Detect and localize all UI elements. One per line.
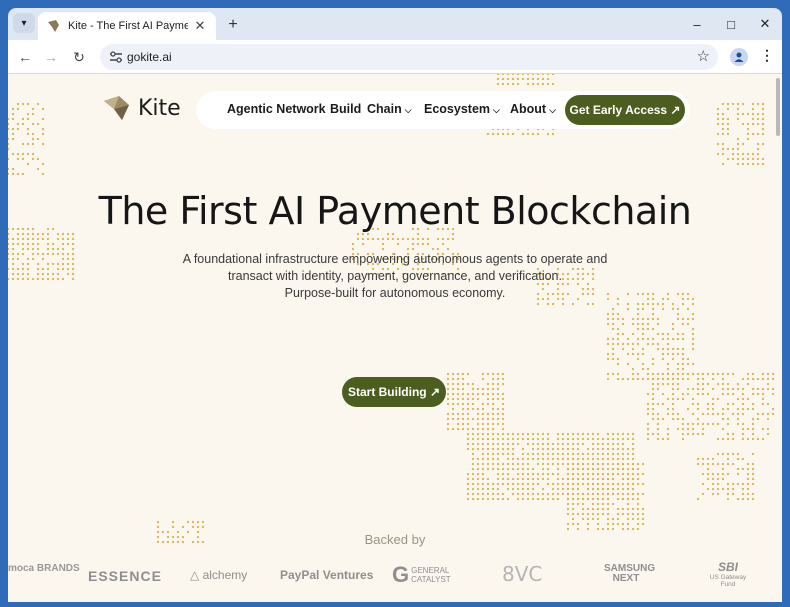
backer-moca-logo: moca BRANDS xyxy=(8,563,80,574)
plus-icon: + xyxy=(228,16,238,33)
chevron-down-icon: ⌵ xyxy=(549,105,556,115)
site-info-icon[interactable] xyxy=(108,49,124,65)
reload-button[interactable]: ↻ xyxy=(68,46,90,68)
general-catalyst-icon: G xyxy=(392,562,410,587)
close-icon[interactable]: ✕ xyxy=(192,18,208,34)
tab-title: Kite - The First AI Payment Bloc xyxy=(68,20,188,32)
nav-about[interactable]: About ⌵ xyxy=(510,102,556,116)
subtitle-line-3: Purpose-built for autonomous economy. xyxy=(284,286,506,300)
kite-logo[interactable]: Kite xyxy=(102,94,181,122)
backer-general-catalyst-text: GENERAL CATALYST xyxy=(411,566,451,584)
dot-pattern-background xyxy=(8,74,775,544)
tab-search-button[interactable]: ▾ xyxy=(13,13,35,33)
close-window-button[interactable]: ✕ xyxy=(750,12,780,36)
reload-icon: ↻ xyxy=(73,48,85,65)
profile-avatar[interactable] xyxy=(730,48,748,66)
nav-label: Chain xyxy=(367,102,402,116)
back-button[interactable]: ← xyxy=(14,46,36,68)
new-tab-button[interactable]: + xyxy=(222,14,244,36)
arrow-left-icon: ← xyxy=(18,49,32,65)
logo-text: Kite xyxy=(138,95,181,121)
page-title: The First AI Payment Blockchain xyxy=(98,189,692,233)
subtitle-line-2: transact with identity, payment, governa… xyxy=(228,269,562,283)
backer-samsung-next-logo: SAMSUNG NEXT xyxy=(604,563,656,584)
tab-active[interactable]: Kite - The First AI Payment Bloc ✕ xyxy=(38,12,216,40)
alchemy-icon: △ xyxy=(190,568,200,582)
kite-logo-icon xyxy=(104,96,129,120)
bookmark-star-icon[interactable]: ☆ xyxy=(697,47,710,65)
forward-button[interactable]: → xyxy=(40,46,62,68)
backer-general-catalyst-logo: G GENERAL CATALYST xyxy=(392,562,464,588)
arrow-right-icon: → xyxy=(44,49,58,65)
backed-by-heading: Backed by xyxy=(364,532,426,547)
kite-favicon-icon xyxy=(46,19,60,33)
browser-window: ▾ Kite - The First AI Payment Bloc ✕ + –… xyxy=(8,8,782,602)
maximize-button[interactable]: □ xyxy=(716,12,746,36)
start-building-button[interactable]: Start Building ↗ xyxy=(342,377,446,407)
nav-agentic-network[interactable]: Agentic Network xyxy=(227,102,326,116)
browser-toolbar: ← → ↻ gokite.ai ☆ ⋮ xyxy=(8,40,782,74)
minimize-icon: – xyxy=(693,16,701,32)
backer-essence-logo: ESSENCE xyxy=(88,568,162,584)
chevron-down-icon: ⌵ xyxy=(493,105,500,115)
tab-strip: ▾ Kite - The First AI Payment Bloc ✕ + –… xyxy=(8,8,782,40)
nav-label: Build xyxy=(330,102,362,116)
chevron-down-icon: ▾ xyxy=(21,17,27,29)
backer-sbi-logo: SBI US Gateway Fund xyxy=(704,560,752,588)
more-menu-icon[interactable]: ⋮ xyxy=(760,47,774,64)
nav-label: About xyxy=(510,102,547,116)
nav-chain[interactable]: Chain ⌵ xyxy=(367,102,412,116)
url-text: gokite.ai xyxy=(127,50,172,64)
backer-8vc-logo: 8VC xyxy=(502,562,543,586)
nav-label: Ecosystem xyxy=(424,102,491,116)
minimize-button[interactable]: – xyxy=(682,12,712,36)
backer-paypal-ventures-logo: PayPal Ventures xyxy=(280,568,374,582)
backer-sbi-subtext: US Gateway Fund xyxy=(709,574,747,588)
nav-build[interactable]: Build xyxy=(330,102,361,116)
backer-alchemy-text: alchemy xyxy=(202,568,248,582)
page-viewport: Kite Agentic Network Build Chain ⌵ Ecosys… xyxy=(8,74,782,602)
nav-label: Agentic Network xyxy=(227,102,326,116)
person-icon xyxy=(734,52,744,62)
close-icon: ✕ xyxy=(759,16,771,31)
backer-alchemy-logo: △ alchemy xyxy=(190,568,247,582)
backer-sbi-text: SBI xyxy=(717,560,738,574)
address-bar[interactable]: gokite.ai ☆ xyxy=(100,44,718,70)
subtitle-line-1: A foundational infrastructure empowering… xyxy=(182,252,608,266)
maximize-icon: □ xyxy=(727,16,735,32)
chevron-down-icon: ⌵ xyxy=(404,105,412,115)
get-early-access-button[interactable]: Get Early Access ↗ xyxy=(565,95,685,125)
scrollbar[interactable] xyxy=(776,78,780,136)
nav-ecosystem[interactable]: Ecosystem ⌵ xyxy=(424,102,500,116)
